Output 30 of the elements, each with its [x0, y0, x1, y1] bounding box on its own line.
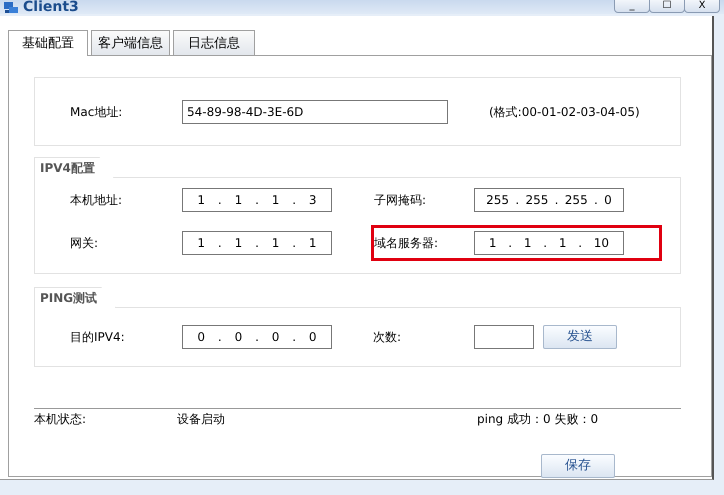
ping-result: ping 成功：0 失败：0: [477, 411, 598, 428]
save-button[interactable]: 保存: [541, 454, 615, 478]
computer-icon: [3, 1, 19, 14]
ip-field[interactable]: 0 . 0 . 0 . 0: [182, 325, 332, 349]
section-title: IPV4配置: [34, 157, 114, 178]
field-label: 域名服务器:: [374, 235, 440, 252]
ip-field[interactable]: 1 . 1 . 1 . 10: [474, 231, 624, 255]
field-label: 网关:: [69, 235, 100, 252]
tab[interactable]: 客户端信息: [91, 30, 170, 55]
tab[interactable]: 日志信息: [173, 30, 255, 55]
field-label: 子网掩码:: [374, 192, 428, 209]
ip-field[interactable]: 1 . 1 . 1 . 3: [182, 188, 332, 212]
field-label: 本机地址:: [69, 192, 124, 209]
count-field[interactable]: [474, 325, 534, 349]
ip-field[interactable]: 255 . 255 . 255 . 0: [474, 188, 624, 212]
field-label: 次数:: [373, 329, 402, 346]
status-label: 本机状态:: [34, 411, 88, 428]
section-title: PING测试: [34, 287, 116, 308]
window-title: Client3: [23, 0, 79, 14]
close-button[interactable]: X: [684, 0, 720, 13]
minimize-button[interactable]: _: [614, 0, 650, 13]
tab[interactable]: 基础配置: [8, 30, 88, 56]
field-label: Mac地址:: [69, 104, 124, 120]
field-label: 目的IPV4:: [69, 329, 126, 346]
format-hint: (格式:00-01-02-03-04-05): [489, 104, 640, 120]
mac-field[interactable]: 54-89-98-4D-3E-6D: [182, 100, 448, 124]
maximize-button[interactable]: ☐: [649, 0, 685, 13]
status-value: 设备启动: [177, 411, 226, 428]
send-button[interactable]: 发送: [543, 325, 617, 349]
ip-field[interactable]: 1 . 1 . 1 . 1: [182, 231, 332, 255]
